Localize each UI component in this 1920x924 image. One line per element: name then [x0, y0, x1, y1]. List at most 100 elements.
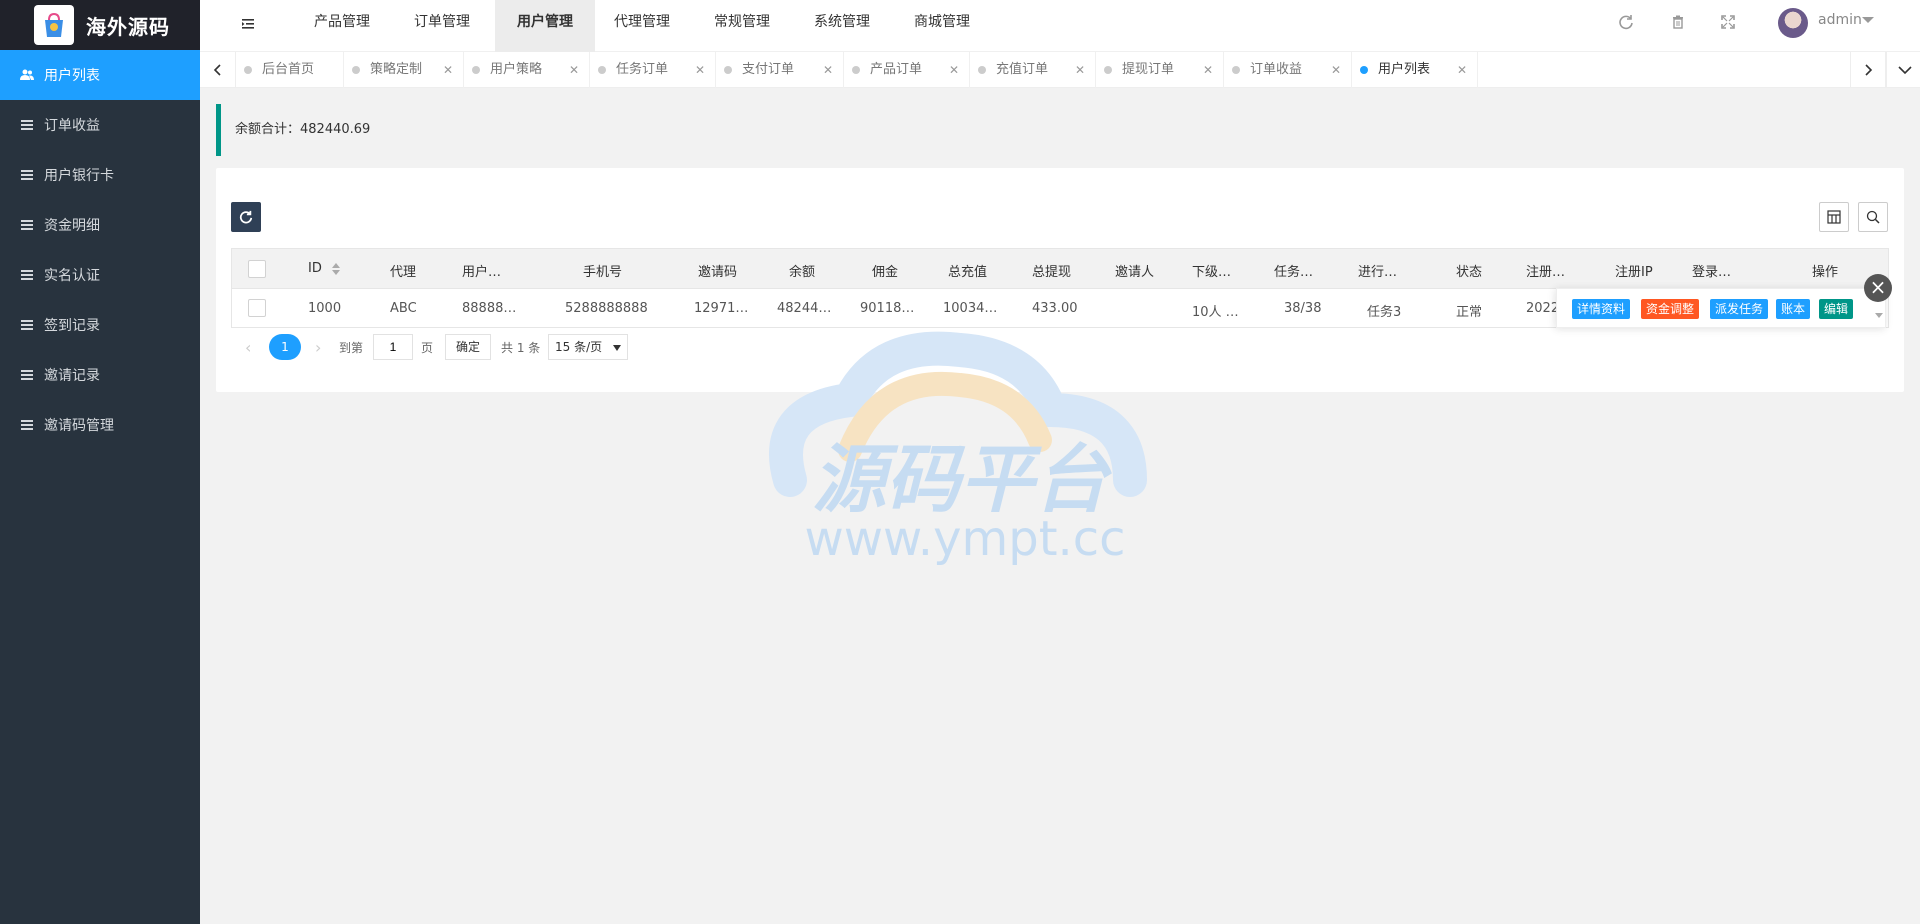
tab-task-orders[interactable]: 任务订单 ✕	[590, 52, 716, 88]
tab-withdraw-orders[interactable]: 提现订单 ✕	[1096, 52, 1224, 88]
chevron-down-icon[interactable]	[1862, 17, 1874, 23]
tab-dot-icon	[472, 66, 480, 74]
tab-label: 用户策略	[490, 62, 543, 77]
trash-icon[interactable]	[1670, 14, 1686, 30]
tab-close-icon[interactable]: ✕	[823, 52, 833, 88]
sidebar-item-invite-code-manage[interactable]: 邀请码管理	[0, 400, 200, 450]
cell-commission: 90118…	[860, 301, 915, 316]
tab-label: 后台首页	[262, 62, 315, 77]
edit-button[interactable]: 编辑	[1819, 299, 1854, 319]
menu-toggle-icon[interactable]	[240, 16, 258, 34]
tab-dropdown-icon[interactable]	[1886, 52, 1920, 88]
close-icon[interactable]: ×	[1864, 274, 1892, 302]
columns-filter-button[interactable]	[1819, 202, 1849, 232]
nav-system-manage[interactable]: 系统管理	[796, 0, 888, 52]
tab-recharge-orders[interactable]: 充值订单 ✕	[970, 52, 1096, 88]
nav-user-manage[interactable]: 用户管理	[495, 0, 595, 52]
nav-agent-manage[interactable]: 代理管理	[596, 0, 688, 52]
select-all-checkbox[interactable]	[248, 260, 266, 278]
next-page-icon[interactable]: ›	[315, 338, 321, 357]
total-count: 共 1 条	[501, 341, 541, 355]
list-icon	[20, 170, 34, 180]
cell-total-withdraw: 433.00	[1032, 301, 1078, 316]
page-confirm-button[interactable]: 确定	[445, 334, 491, 360]
nav-product-manage[interactable]: 产品管理	[296, 0, 388, 52]
col-total-withdraw: 总提现	[1032, 265, 1072, 280]
page-size-select[interactable]: 15 条/页	[548, 334, 628, 360]
sidebar-item-fund-details[interactable]: 资金明细	[0, 200, 200, 250]
list-icon	[20, 270, 34, 280]
search-button[interactable]	[1858, 202, 1888, 232]
refresh-icon	[239, 210, 253, 224]
detail-button[interactable]: 详情资料	[1572, 299, 1631, 319]
page-unit-label: 页	[421, 341, 434, 355]
watermark-url: www.ympt.cc	[804, 511, 1125, 567]
nav-order-manage[interactable]: 订单管理	[396, 0, 488, 52]
sidebar-item-bank-cards[interactable]: 用户银行卡	[0, 150, 200, 200]
nav-mall-manage[interactable]: 商城管理	[896, 0, 988, 52]
tab-close-icon[interactable]: ✕	[569, 52, 579, 88]
sidebar-item-invite-records[interactable]: 邀请记录	[0, 350, 200, 400]
goto-label: 到第	[339, 341, 364, 355]
avatar[interactable]	[1778, 8, 1808, 38]
tab-user-strategy[interactable]: 用户策略 ✕	[464, 52, 590, 88]
tab-order-income[interactable]: 订单收益 ✕	[1224, 52, 1352, 88]
tab-pay-orders[interactable]: 支付订单 ✕	[716, 52, 844, 88]
sidebar-item-verification[interactable]: 实名认证	[0, 250, 200, 300]
tab-close-icon[interactable]: ✕	[1203, 52, 1213, 88]
tab-scroll-right-icon[interactable]	[1850, 52, 1886, 88]
tab-dot-icon	[724, 66, 732, 74]
tab-home[interactable]: 后台首页	[236, 52, 344, 88]
tab-scroll-left-icon[interactable]	[200, 52, 236, 88]
tab-close-icon[interactable]: ✕	[695, 52, 705, 88]
cell-phone: 5288888888	[565, 301, 648, 316]
cell-invite-code: 12971…	[694, 301, 749, 316]
user-name[interactable]: admin	[1818, 12, 1862, 28]
sort-icon[interactable]	[332, 263, 340, 275]
page-current[interactable]: 1	[269, 334, 301, 360]
prev-page-icon[interactable]: ‹	[245, 338, 251, 357]
col-actions: 操作	[1812, 265, 1839, 280]
tab-close-icon[interactable]: ✕	[1075, 52, 1085, 88]
ledger-button[interactable]: 账本	[1776, 299, 1811, 319]
refresh-icon[interactable]	[1618, 14, 1634, 30]
tab-close-icon[interactable]: ✕	[443, 52, 453, 88]
sidebar-item-checkin-records[interactable]: 签到记录	[0, 300, 200, 350]
col-id[interactable]: ID	[308, 261, 322, 276]
fullscreen-icon[interactable]	[1720, 14, 1736, 30]
watermark-title: 源码平台	[812, 437, 1112, 523]
scroll-down-icon[interactable]	[1875, 313, 1883, 318]
col-in-progress: 进行…	[1358, 265, 1398, 280]
col-status: 状态	[1456, 265, 1483, 280]
col-reg-time: 注册…	[1526, 265, 1566, 280]
page-jump-input[interactable]	[373, 334, 413, 360]
cell-balance: 48244…	[777, 301, 832, 316]
fund-adjust-button[interactable]: 资金调整	[1641, 299, 1700, 319]
row-checkbox[interactable]	[248, 299, 266, 317]
sidebar: 海外源码 用户列表 订单收益 用户银行卡 资金明细 实名认证 签到记录 邀请记录…	[0, 0, 200, 924]
cell-agent: ABC	[390, 301, 417, 316]
table-refresh-button[interactable]	[231, 202, 261, 232]
tab-strategy-custom[interactable]: 策略定制 ✕	[344, 52, 464, 88]
search-icon	[1866, 210, 1880, 224]
sidebar-item-order-income[interactable]: 订单收益	[0, 100, 200, 150]
tab-label: 产品订单	[870, 62, 923, 77]
tab-product-orders[interactable]: 产品订单 ✕	[844, 52, 970, 88]
col-invite-code: 邀请码	[698, 265, 738, 280]
cell-in-progress: 任务3	[1367, 305, 1402, 320]
tab-user-list[interactable]: 用户列表 ✕	[1352, 52, 1478, 88]
tab-close-icon[interactable]: ✕	[1457, 52, 1467, 88]
nav-general-manage[interactable]: 常规管理	[696, 0, 788, 52]
pagination: ‹ 1 › 到第 页 确定 共 1 条 15 条/页	[231, 334, 831, 360]
sidebar-item-user-list[interactable]: 用户列表	[0, 50, 200, 100]
tab-label: 支付订单	[742, 62, 795, 77]
sidebar-item-label: 实名认证	[44, 268, 100, 284]
sidebar-item-label: 邀请记录	[44, 368, 100, 384]
sidebar-item-label: 用户银行卡	[44, 168, 114, 184]
tab-close-icon[interactable]: ✕	[1331, 52, 1341, 88]
dispatch-task-button[interactable]: 派发任务	[1710, 299, 1769, 319]
columns-icon	[1827, 210, 1841, 224]
col-phone: 手机号	[583, 265, 623, 280]
shopping-bag-logo-icon	[34, 5, 74, 45]
tab-close-icon[interactable]: ✕	[949, 52, 959, 88]
